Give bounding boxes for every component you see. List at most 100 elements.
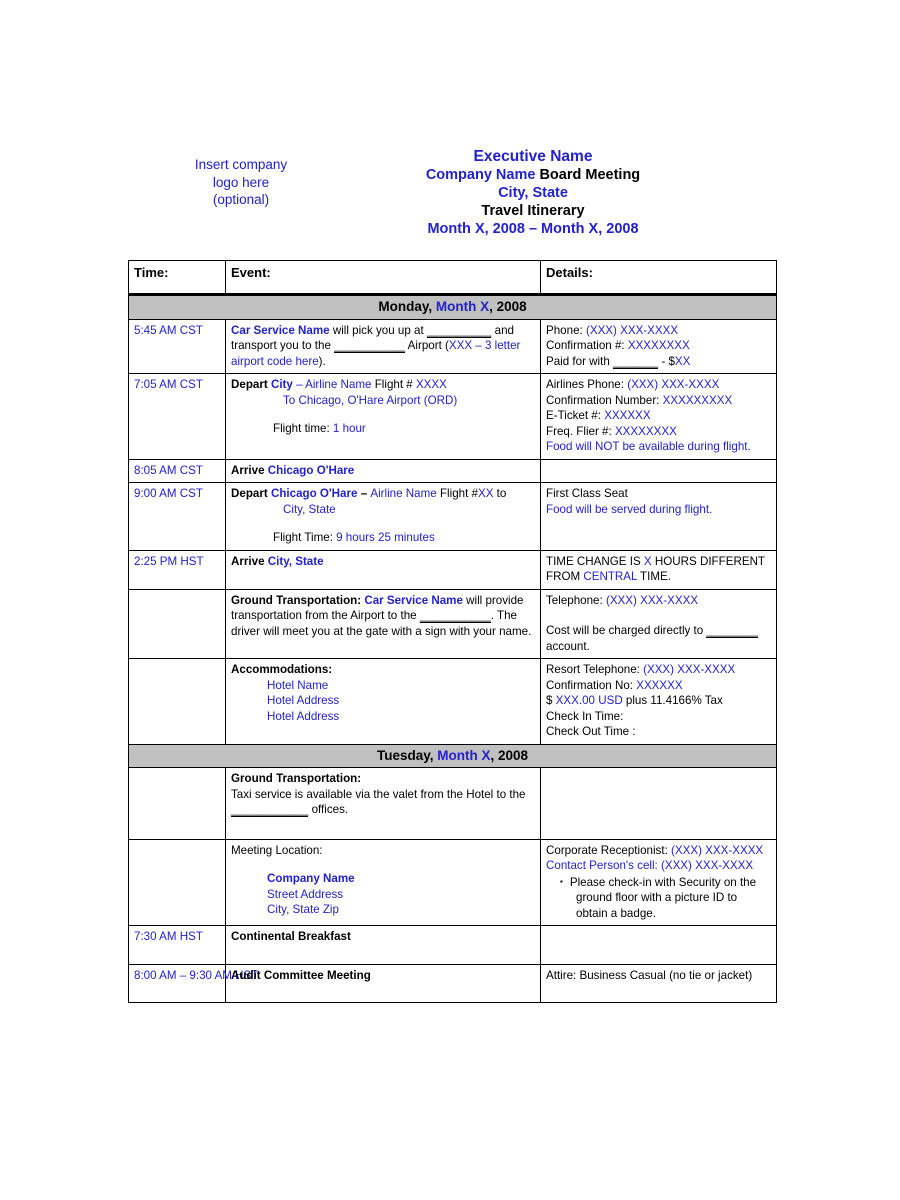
document-header: Insert company logo here (optional) Exec… [128,148,778,248]
row-event: Accommodations: Hotel Name Hotel Address… [225,658,541,745]
column-header-event: Event: [225,260,541,296]
row-time [128,588,226,659]
detail-phone: Phone: (XXX) XXX-XXXX [546,323,771,339]
detail-seat-class: First Class Seat [546,487,628,500]
amount-value: XX [674,354,691,368]
row-details: TIME CHANGE IS X HOURS DIFFERENT FROM CE… [540,549,777,590]
airlines-phone-value: (XXX) XXX-XXXX [627,378,720,391]
company-name-title: Company Name [425,167,536,183]
column-header-time: Time: [128,260,226,296]
logo-placeholder-line-2: logo here [212,174,270,190]
row-details: Resort Telephone: (XXX) XXX-XXXX Confirm… [540,658,777,745]
meeting-location-label: Meeting Location: [231,843,323,857]
receptionist-value: (XXX) XXX-XXXX [671,843,764,857]
row-spacer [231,945,535,960]
time-change-zone: CENTRAL [583,570,638,583]
row-details [540,458,777,483]
event-title: Continental Breakfast [231,930,351,943]
security-bullet-text: Please check-in with Security on the gro… [569,875,757,920]
row-spacer [231,818,535,835]
meeting-street-address: Street Address [267,887,344,901]
freq-flier-label: Freq. Flier #: [546,424,615,438]
freq-flier-value: XXXXXXXX [614,424,677,438]
flight-time-line: Flight Time: 9 hours 25 minutes [231,530,535,546]
flight-number: XX [477,487,494,500]
row-details [540,767,777,840]
row-details: Phone: (XXX) XXX-XXXX Confirmation #: XX… [540,318,777,374]
taxi-service-text: Taxi service is available via the valet … [231,787,535,818]
detail-food-note: Food will NOT be available during flight… [546,440,751,453]
ground-transport-label: Ground Transportation: [231,772,362,785]
row-spacer [231,983,535,998]
table-row: 2:25 PM HST Arrive City, State TIME CHAN… [128,549,777,590]
flight-time-label: Flight Time: [273,531,337,544]
confirmation-no-value: XXXXXX [636,678,683,692]
day-label-month: Month X [437,747,491,763]
dollar-sign: $ [546,694,556,707]
row-time: 2:25 PM HST [128,549,226,590]
ground-transport-label: Ground Transportation: [231,593,365,607]
confirmation-number-label: Confirmation Number: [546,393,663,407]
row-time: 5:45 AM CST [128,318,226,374]
document-page: Insert company logo here (optional) Exec… [0,0,900,1200]
flight-time-value: 1 hour [332,422,366,435]
row-details: First Class Seat Food will be served dur… [540,482,777,551]
depart-word: Depart [231,487,271,500]
time-change-part1: TIME CHANGE IS [546,554,644,568]
depart-line: Depart Chicago O'Hare – Airline Name Fli… [231,486,535,502]
detail-rate: $ XXX.00 USD plus 11.4166% Tax [546,693,771,709]
itinerary-table: Time: Event: Details: Monday, Month X, 2… [128,260,777,1003]
day-header-monday-cell: Monday, Month X, 2008 [128,294,777,320]
document-title-block: Executive Name Company Name Board Meetin… [318,148,748,238]
account-word: account. [546,639,590,653]
logo-placeholder-line-3: (optional) [212,192,270,207]
to-word: to [493,487,507,500]
telephone-value: (XXX) XXX-XXXX [605,593,699,607]
table-row: Ground Transportation: Car Service Name … [128,588,777,659]
rate-tax: plus 11.4166% Tax [622,694,723,707]
logo-placeholder: Insert company logo here (optional) [166,156,316,209]
security-bullet-item: ▪ Please check-in with Security on the gr… [546,874,771,922]
depart-city: City [270,378,293,391]
table-row: Ground Transportation: Taxi service is a… [128,767,777,840]
row-event: Ground Transportation: Taxi service is a… [225,767,541,840]
day-label-prefix: Monday, [378,299,436,314]
eticket-value: XXXXXX [604,409,651,422]
date-range-title: Month X, 2008 – Month X, 2008 [427,221,639,237]
table-row: 8:00 AM – 9:30 AM HST Audit Committee Me… [128,963,777,1003]
eticket-label: E-Ticket #: [546,409,605,422]
table-row: 7:30 AM HST Continental Breakfast [128,925,777,965]
detail-freq-flier: Freq. Flier #: XXXXXXXX [546,424,771,440]
detail-resort-telephone: Resort Telephone: (XXX) XXX-XXXX [546,662,771,678]
rate-amount: XXX.00 USD [555,694,623,707]
detail-spacer [546,608,771,623]
detail-paid-with: Paid for with _______ - $XX [546,354,771,370]
airline-dash: – Airline Name [292,378,372,391]
detail-receptionist: Corporate Receptionist: (XXX) XXX-XXXX [546,843,771,859]
confirmation-value: XXXXXXXX [627,339,690,352]
table-header-row: Time: Event: Details: [128,260,777,296]
table-row: Meeting Location: Company Name Street Ad… [128,838,777,926]
row-time [128,838,226,926]
hotel-name: Hotel Name [267,678,329,692]
meeting-label: Board Meeting [539,167,641,183]
offices-word: offices. [308,803,349,816]
table-row: Accommodations: Hotel Name Hotel Address… [128,658,777,745]
doc-type-title: Travel Itinerary [481,203,585,219]
blank-destination: ___________ [419,609,491,623]
row-event: Audit Committee Meeting [225,963,541,1003]
row-details: Airlines Phone: (XXX) XXX-XXXX Confirmat… [540,373,777,460]
blank-payment: _______ [613,354,659,369]
row-spacer [231,517,535,530]
day-header-monday: Monday, Month X, 2008 [128,294,777,320]
flight-number: XXXX [415,378,447,391]
row-event: Meeting Location: Company Name Street Ad… [225,838,541,926]
airline-name: Airline Name [370,487,437,500]
flight-time-label: Flight time: [273,422,333,435]
detail-telephone: Telephone: (XXX) XXX-XXXX [546,593,771,609]
row-event: Arrive City, State [225,549,541,590]
phone-label: Phone: [546,323,586,337]
cost-label: Cost will be charged directly to [546,624,707,637]
row-event: Arrive Chicago O'Hare [225,458,541,483]
flight-time-value: 9 hours 25 minutes [336,531,435,544]
